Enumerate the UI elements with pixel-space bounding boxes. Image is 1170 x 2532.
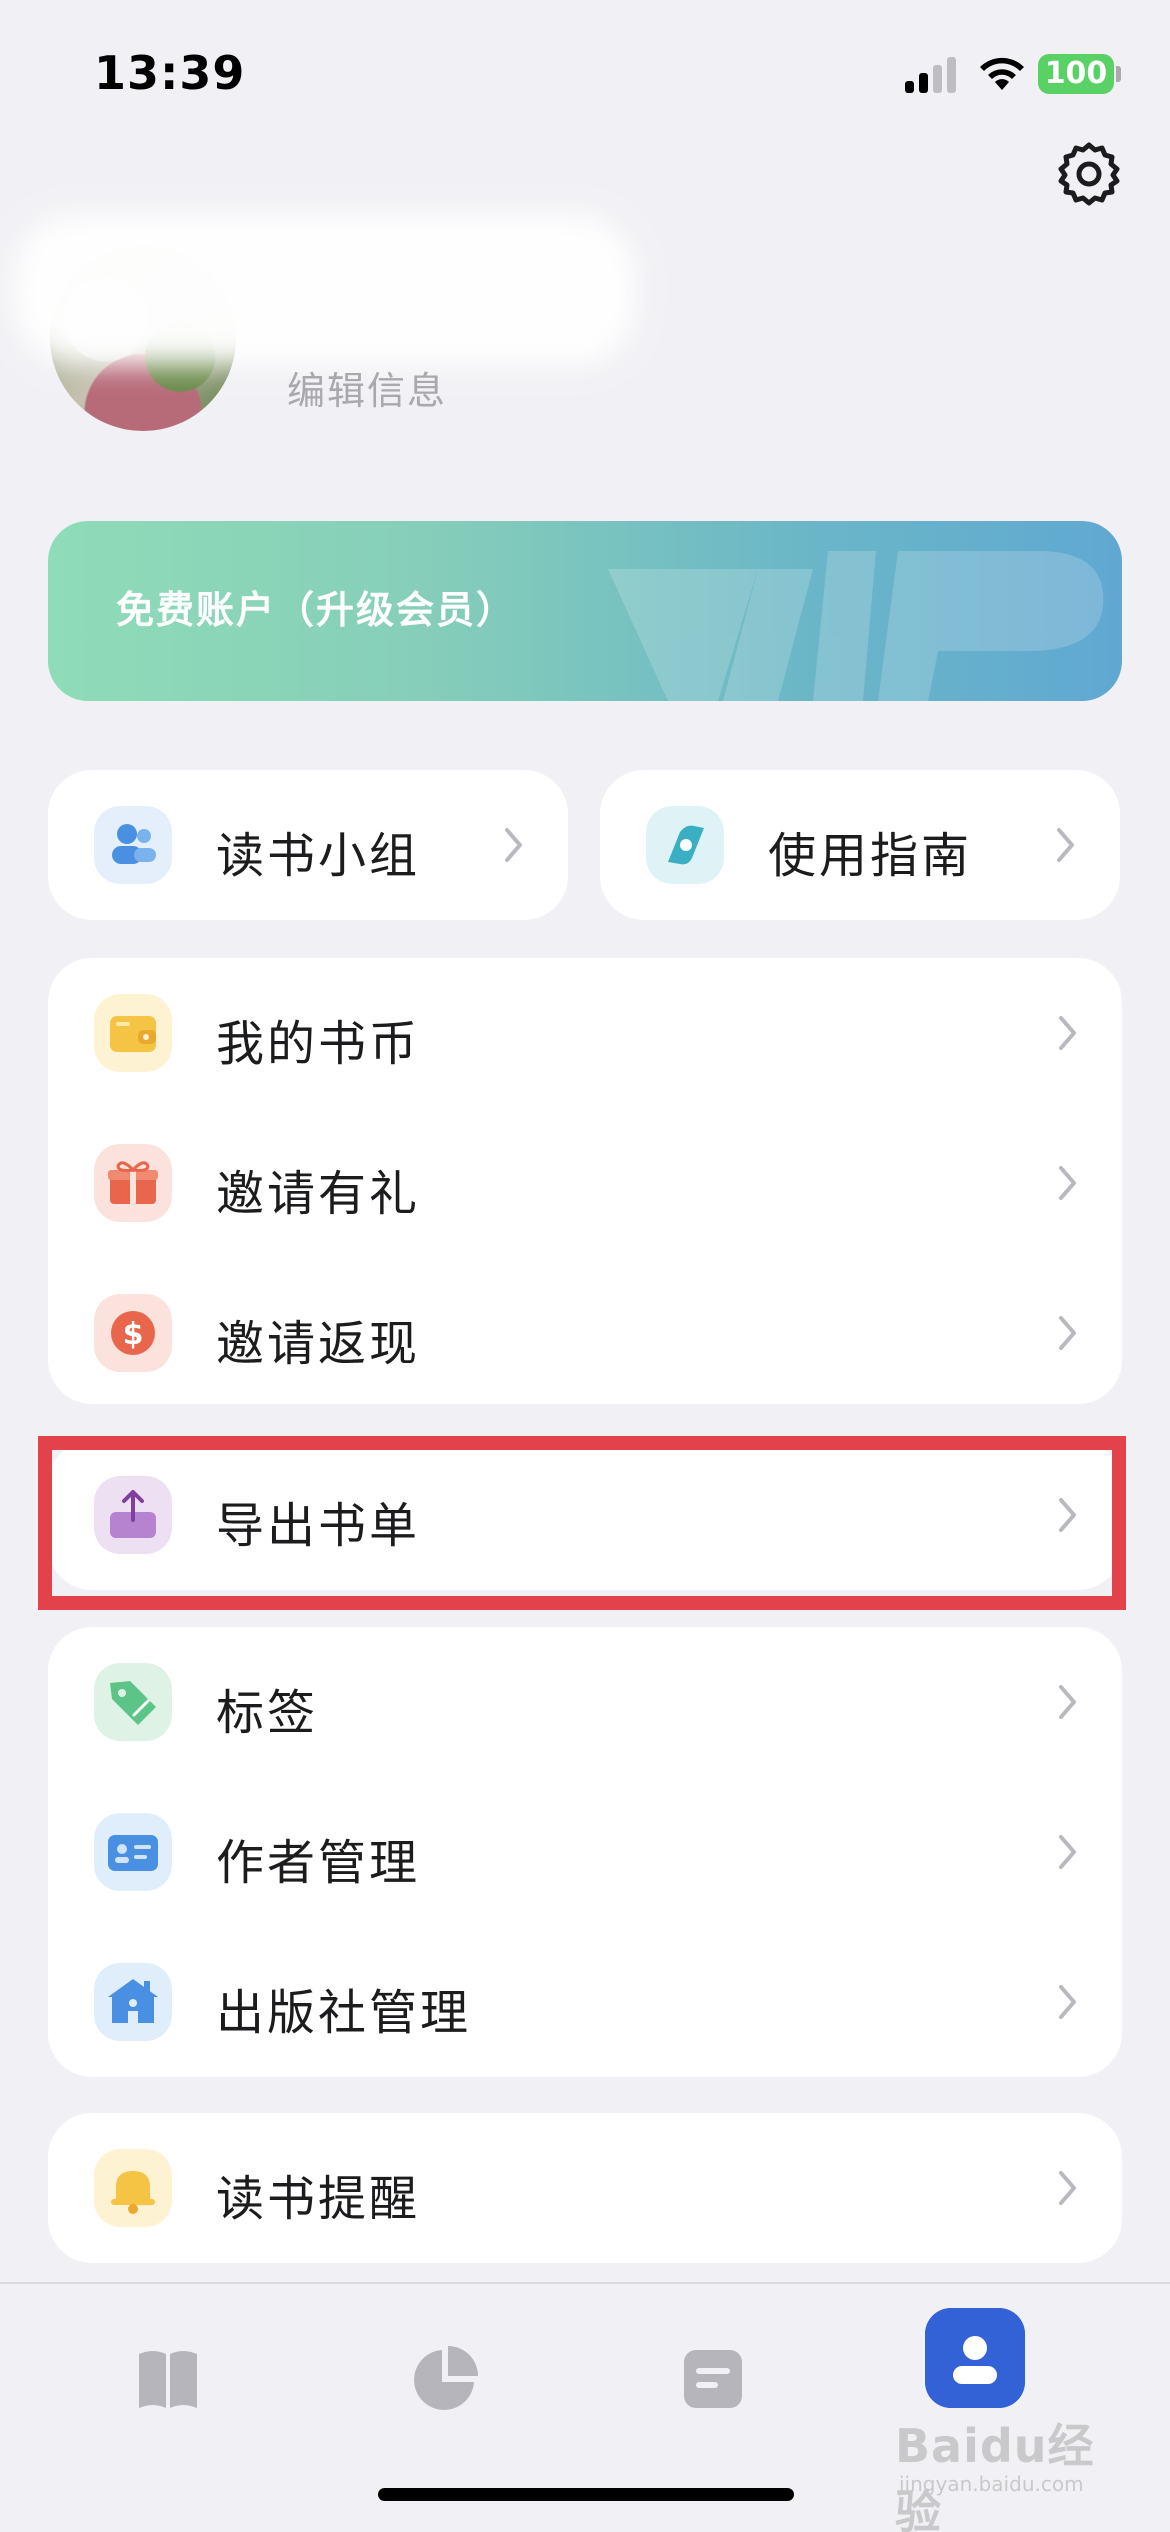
pie-chart-icon[interactable] bbox=[390, 2324, 500, 2434]
chevron-right-icon bbox=[1059, 1166, 1076, 1200]
profile-icon[interactable] bbox=[925, 2308, 1025, 2408]
svg-text:$: $ bbox=[123, 1317, 144, 1352]
battery-cap bbox=[1116, 66, 1121, 82]
chevron-right-icon bbox=[1057, 828, 1074, 862]
dollar-icon: $ bbox=[94, 1294, 172, 1372]
reading-group-icon bbox=[94, 806, 172, 884]
status-time: 13:39 bbox=[94, 46, 246, 100]
reading-reminder-label: 读书提醒 bbox=[216, 2171, 421, 2227]
cellular-signal-icon bbox=[905, 55, 957, 93]
profile-section[interactable]: 编辑信息 bbox=[15, 215, 750, 445]
compass-icon bbox=[646, 806, 724, 884]
user-guide-card[interactable]: 使用指南 bbox=[600, 770, 1120, 920]
watermark-sub-text: jingyan.baidu.com bbox=[899, 2472, 1084, 2496]
book-icon[interactable] bbox=[113, 2324, 223, 2434]
chevron-right-icon bbox=[1059, 1985, 1076, 2019]
invite-cashback-label: 邀请返现 bbox=[216, 1316, 421, 1372]
menu-item-reading-reminder[interactable]: 读书提醒 bbox=[48, 2113, 1122, 2263]
menu-item-publisher-management[interactable]: 出版社管理 bbox=[48, 1927, 1122, 2077]
my-coins-label: 我的书币 bbox=[216, 1016, 421, 1072]
chevron-right-icon bbox=[505, 828, 522, 862]
list-item[interactable]: 读书提醒 bbox=[48, 2113, 1122, 2263]
chevron-right-icon bbox=[1059, 1835, 1076, 1869]
home-indicator[interactable] bbox=[378, 2488, 794, 2501]
edit-info-link[interactable]: 编辑信息 bbox=[287, 360, 447, 415]
menu-item-tags[interactable]: 标签 bbox=[48, 1627, 1122, 1777]
chevron-right-icon bbox=[1059, 1016, 1076, 1050]
note-icon[interactable] bbox=[658, 2324, 768, 2434]
menu-item-my-coins[interactable]: 我的书币 bbox=[48, 958, 1122, 1108]
list-item[interactable]: 使用指南 bbox=[600, 770, 1120, 920]
status-bar: 13:39 100 bbox=[0, 0, 1170, 150]
author-management-label: 作者管理 bbox=[216, 1835, 421, 1891]
menu-item-invite-gift[interactable]: 邀请有礼 bbox=[48, 1108, 1122, 1258]
username-redacted bbox=[15, 215, 635, 365]
bell-icon bbox=[94, 2149, 172, 2227]
menu-group-management: 标签 作者管理 出版社管理 bbox=[48, 1627, 1122, 2077]
list-item[interactable]: 读书小组 bbox=[48, 770, 568, 920]
menu-group-coins: 我的书币 邀请有礼 $ 邀请返现 bbox=[48, 958, 1122, 1404]
publisher-management-label: 出版社管理 bbox=[216, 1985, 472, 2041]
reading-group-label: 读书小组 bbox=[216, 828, 421, 884]
baidu-watermark: Baidu经验 jingyan.baidu.com bbox=[895, 2410, 1135, 2532]
chevron-right-icon bbox=[1059, 2171, 1076, 2205]
vip-watermark-icon bbox=[608, 551, 1104, 701]
reading-group-card[interactable]: 读书小组 bbox=[48, 770, 568, 920]
wallet-icon bbox=[94, 994, 172, 1072]
vip-banner-text: 免费账户（升级会员） bbox=[116, 588, 517, 632]
tag-icon bbox=[94, 1663, 172, 1741]
highlight-annotation-box bbox=[38, 1436, 1126, 1610]
invite-gift-label: 邀请有礼 bbox=[216, 1166, 421, 1222]
gift-icon bbox=[94, 1144, 172, 1222]
vip-upgrade-banner[interactable]: 免费账户（升级会员） bbox=[48, 521, 1122, 701]
user-guide-label: 使用指南 bbox=[768, 828, 973, 884]
wifi-icon bbox=[980, 57, 1024, 90]
chevron-right-icon bbox=[1059, 1685, 1076, 1719]
gear-icon[interactable] bbox=[1056, 140, 1122, 206]
tags-label: 标签 bbox=[216, 1685, 319, 1741]
chevron-right-icon bbox=[1059, 1316, 1076, 1350]
id-card-icon bbox=[94, 1813, 172, 1891]
watermark-main-text: Baidu经验 bbox=[895, 2419, 1095, 2532]
menu-item-author-management[interactable]: 作者管理 bbox=[48, 1777, 1122, 1927]
building-icon bbox=[94, 1963, 172, 2041]
menu-item-invite-cashback[interactable]: $ 邀请返现 bbox=[48, 1258, 1122, 1408]
battery-icon: 100 bbox=[1038, 54, 1114, 94]
